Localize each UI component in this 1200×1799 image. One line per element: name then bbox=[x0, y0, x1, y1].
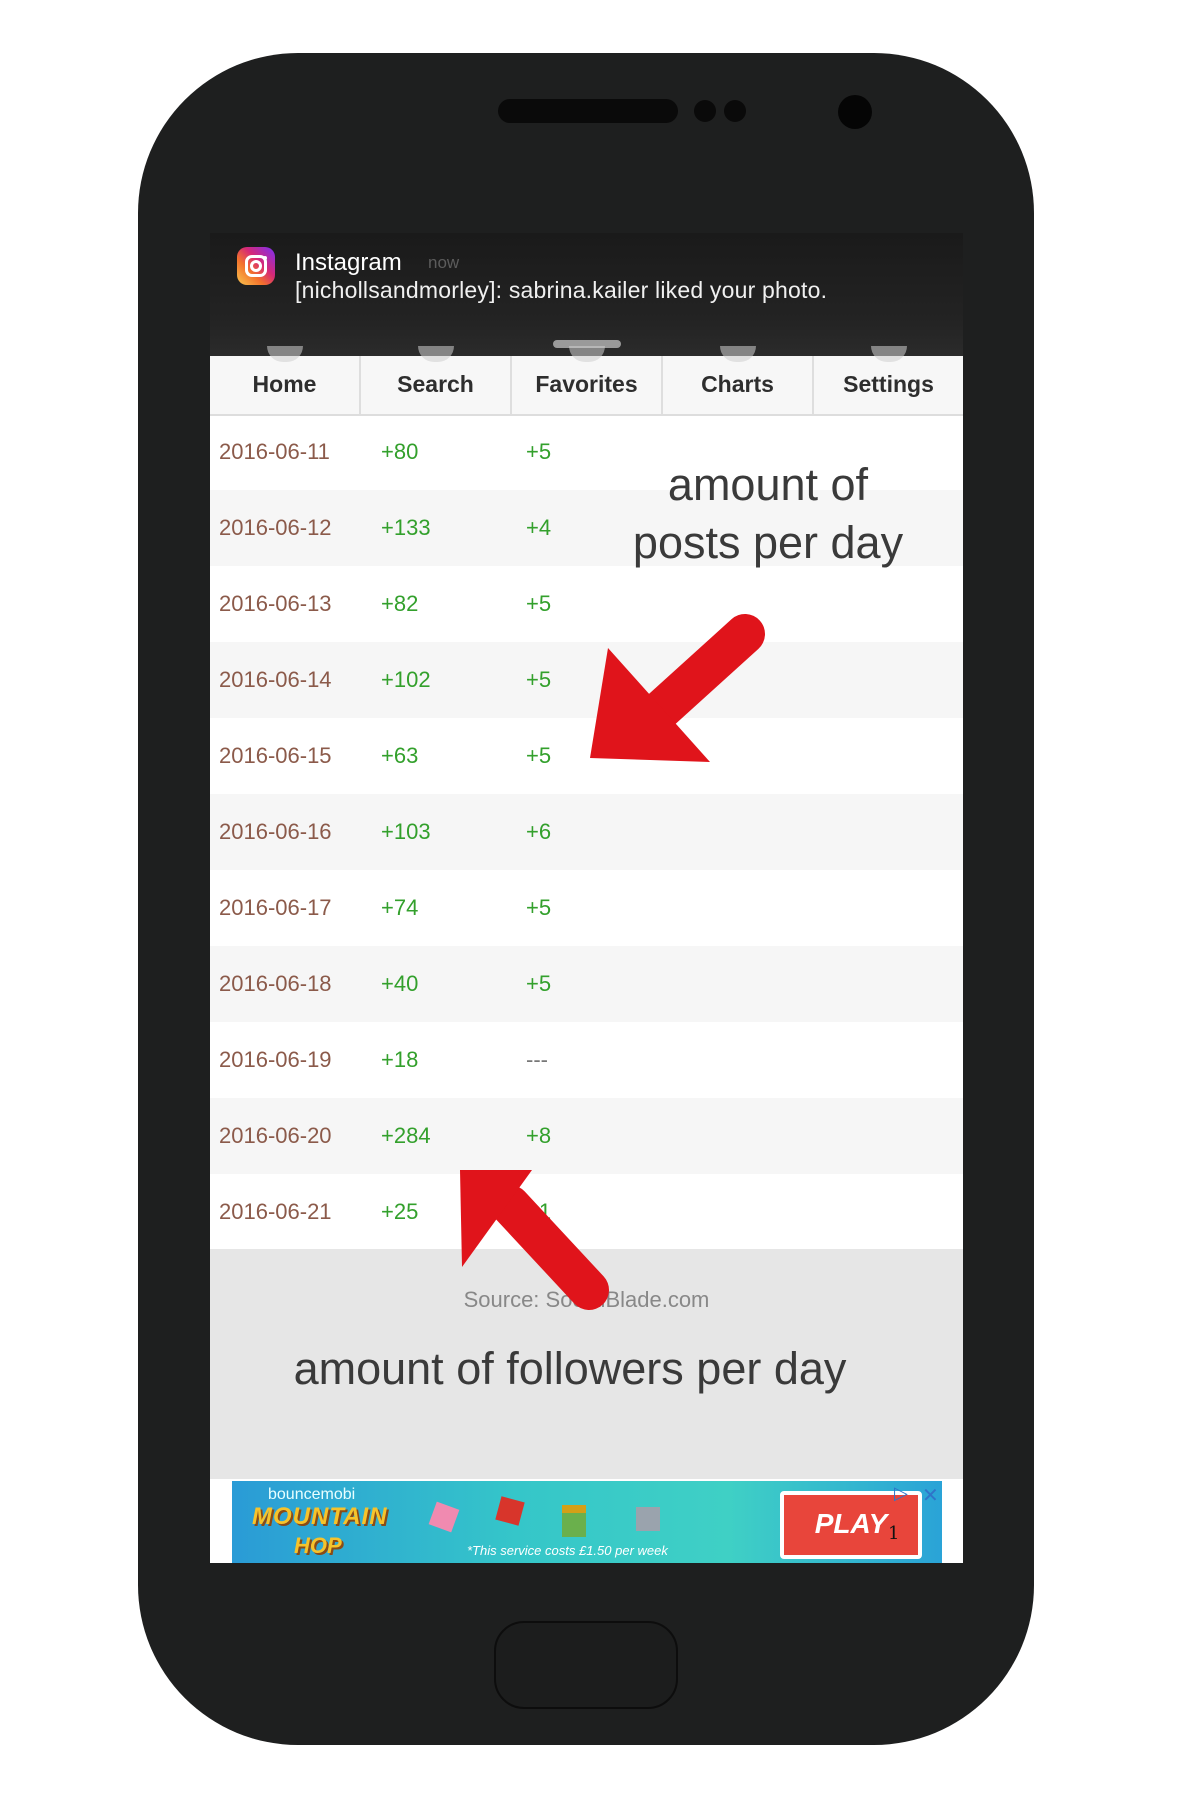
annotation-arrows bbox=[460, 614, 765, 1310]
arrow-to-posts bbox=[590, 614, 765, 762]
arrow-to-followers bbox=[460, 1170, 609, 1310]
